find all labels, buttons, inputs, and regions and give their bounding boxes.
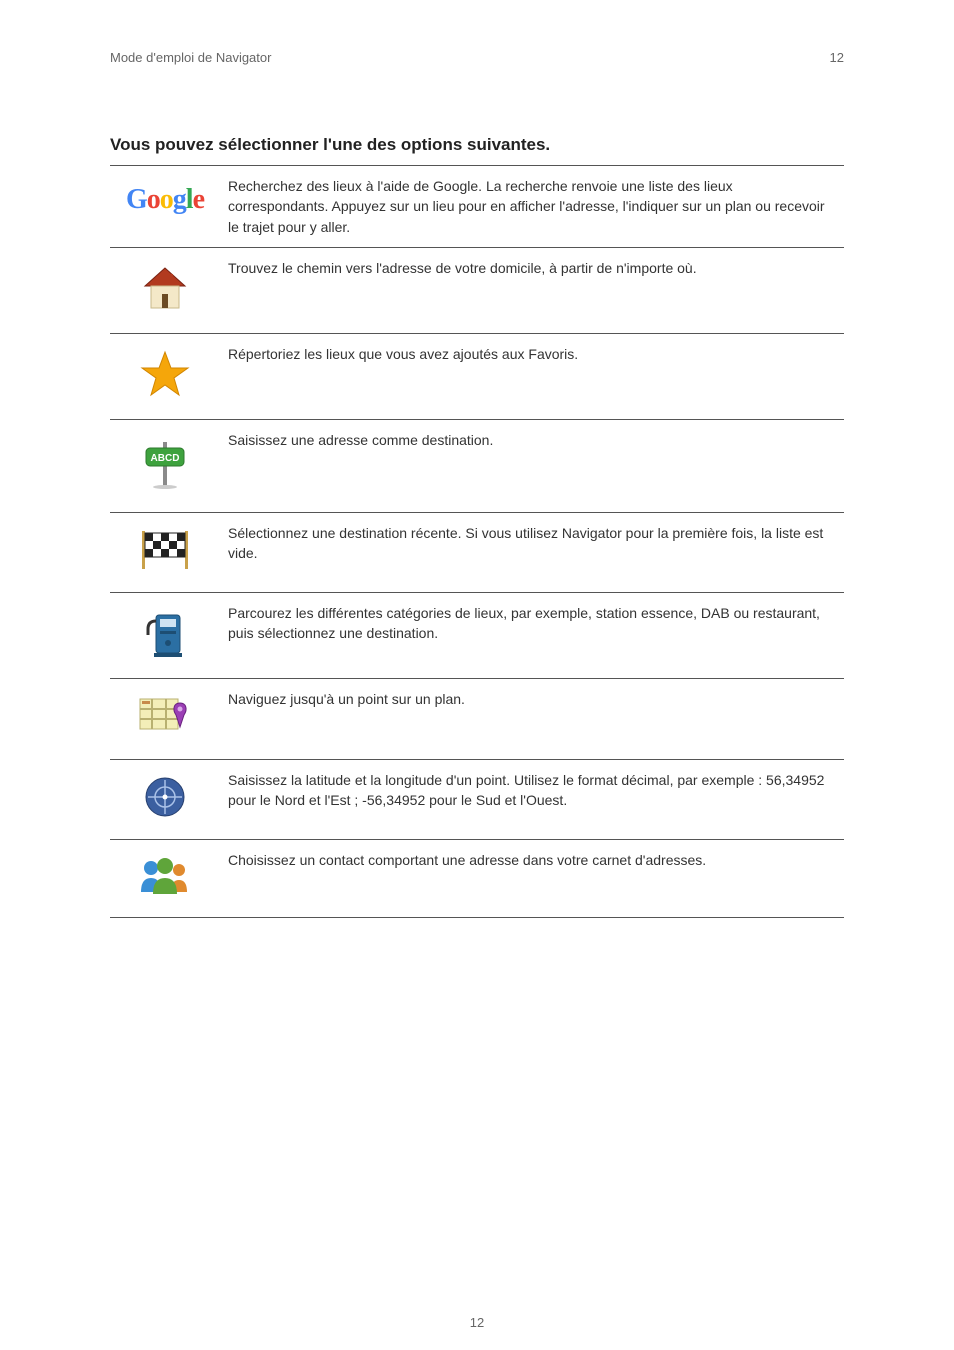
contacts-icon xyxy=(135,854,195,898)
row-text: Répertoriez les lieux que vous avez ajou… xyxy=(220,334,844,420)
table-row: ABCD Saisissez une adresse comme destina… xyxy=(110,420,844,512)
star-icon xyxy=(139,348,191,400)
table-row: Sélectionnez une destination récente. Si… xyxy=(110,512,844,592)
google-logo-icon: Google xyxy=(126,184,204,215)
row-text: Trouvez le chemin vers l'adresse de votr… xyxy=(220,247,844,333)
signpost-icon-cell: ABCD xyxy=(110,420,220,512)
google-logo-cell: Google xyxy=(110,166,220,248)
table-row: Choisissez un contact comportant une adr… xyxy=(110,839,844,917)
mappin-icon-cell xyxy=(110,679,220,759)
header-title: Mode d'emploi de Navigator xyxy=(110,50,271,65)
row-text: Naviguez jusqu'à un point sur un plan. xyxy=(220,679,844,759)
star-icon-cell xyxy=(110,334,220,420)
page-number-footer: 12 xyxy=(0,1315,954,1330)
finish-flag-icon xyxy=(136,527,194,573)
table-row: Parcourez les différentes catégories de … xyxy=(110,593,844,679)
row-text: Saisissez la latitude et la longitude d'… xyxy=(220,759,844,839)
row-text: Saisissez une adresse comme destination. xyxy=(220,420,844,512)
row-text: Parcourez les différentes catégories de … xyxy=(220,593,844,679)
gas-icon-cell xyxy=(110,593,220,679)
page-header: Mode d'emploi de Navigator 12 xyxy=(110,50,844,65)
row-text: Sélectionnez une destination récente. Si… xyxy=(220,512,844,592)
signpost-icon: ABCD xyxy=(136,434,194,492)
table-row: Répertoriez les lieux que vous avez ajou… xyxy=(110,334,844,420)
contacts-icon-cell xyxy=(110,839,220,917)
globe-target-icon xyxy=(142,774,188,820)
table-row: Google Recherchez des lieux à l'aide de … xyxy=(110,166,844,248)
row-text: Choisissez un contact comportant une adr… xyxy=(220,839,844,917)
map-pin-icon xyxy=(136,693,194,739)
options-table: Google Recherchez des lieux à l'aide de … xyxy=(110,165,844,918)
svg-text:ABCD: ABCD xyxy=(151,453,180,464)
section-heading: Vous pouvez sélectionner l'une des optio… xyxy=(110,135,844,155)
home-icon-cell xyxy=(110,247,220,333)
table-row: Trouvez le chemin vers l'adresse de votr… xyxy=(110,247,844,333)
header-page-number: 12 xyxy=(830,50,844,65)
flag-icon-cell xyxy=(110,512,220,592)
globe-icon-cell xyxy=(110,759,220,839)
table-row: Saisissez la latitude et la longitude d'… xyxy=(110,759,844,839)
page: Mode d'emploi de Navigator 12 Vous pouve… xyxy=(0,0,954,1350)
row-text: Recherchez des lieux à l'aide de Google.… xyxy=(220,166,844,248)
table-row: Naviguez jusqu'à un point sur un plan. xyxy=(110,679,844,759)
home-icon xyxy=(139,262,191,314)
gas-pump-icon xyxy=(142,607,188,659)
